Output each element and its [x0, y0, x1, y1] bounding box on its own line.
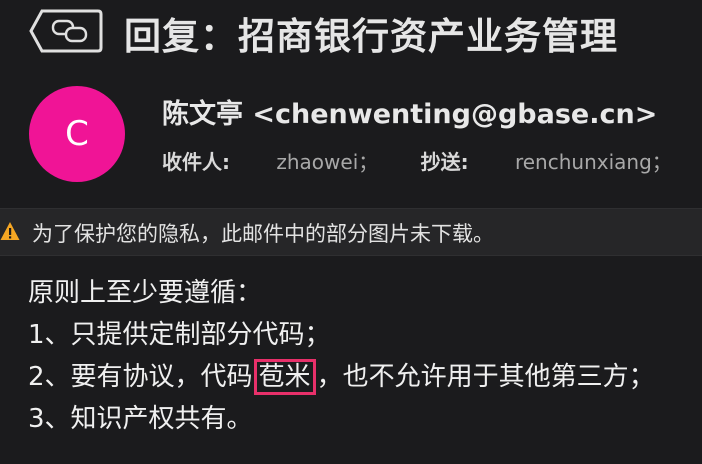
body-text-segment: 2、要有协议，代码 [28, 362, 253, 392]
privacy-notice-text: 为了保护您的隐私，此邮件中的部分图片未下载。 [32, 222, 494, 246]
warning-icon [0, 222, 20, 240]
email-body: 原则上至少要遵循： 1、只提供定制部分代码； 2、要有协议，代码 苞米 ，也不允许用… [28, 272, 655, 440]
body-line: 原则上至少要遵循： [28, 278, 263, 308]
body-line: 3、知识产权共有。 [28, 404, 253, 434]
body-text-segment: ，也不允许用于其他第三方； [316, 362, 655, 392]
recipients-row: 收件人: zhaowei； 抄送: renchunxiang； [162, 146, 672, 175]
message-header: 回复：招商银行资产业务管理 [0, 0, 702, 70]
sender-address[interactable]: 陈文亭 <chenwenting@gbase.cn> [162, 92, 657, 131]
reply-icon[interactable] [28, 8, 104, 54]
avatar: C [29, 86, 125, 182]
cc-recipient[interactable]: renchunxiang； [515, 150, 672, 174]
highlighted-word: 苞米 [253, 359, 316, 395]
body-line: 1、只提供定制部分代码； [28, 320, 331, 350]
cc-label: 抄送: [420, 150, 469, 174]
to-recipient[interactable]: zhaowei； [276, 150, 378, 174]
email-subject: 回复：招商银行资产业务管理 [124, 15, 618, 58]
to-label: 收件人: [162, 150, 230, 174]
privacy-notice-bar[interactable]: 为了保护您的隐私，此邮件中的部分图片未下载。 [0, 208, 702, 256]
body-line: 2、要有协议，代码 苞米 ，也不允许用于其他第三方； [28, 356, 655, 398]
